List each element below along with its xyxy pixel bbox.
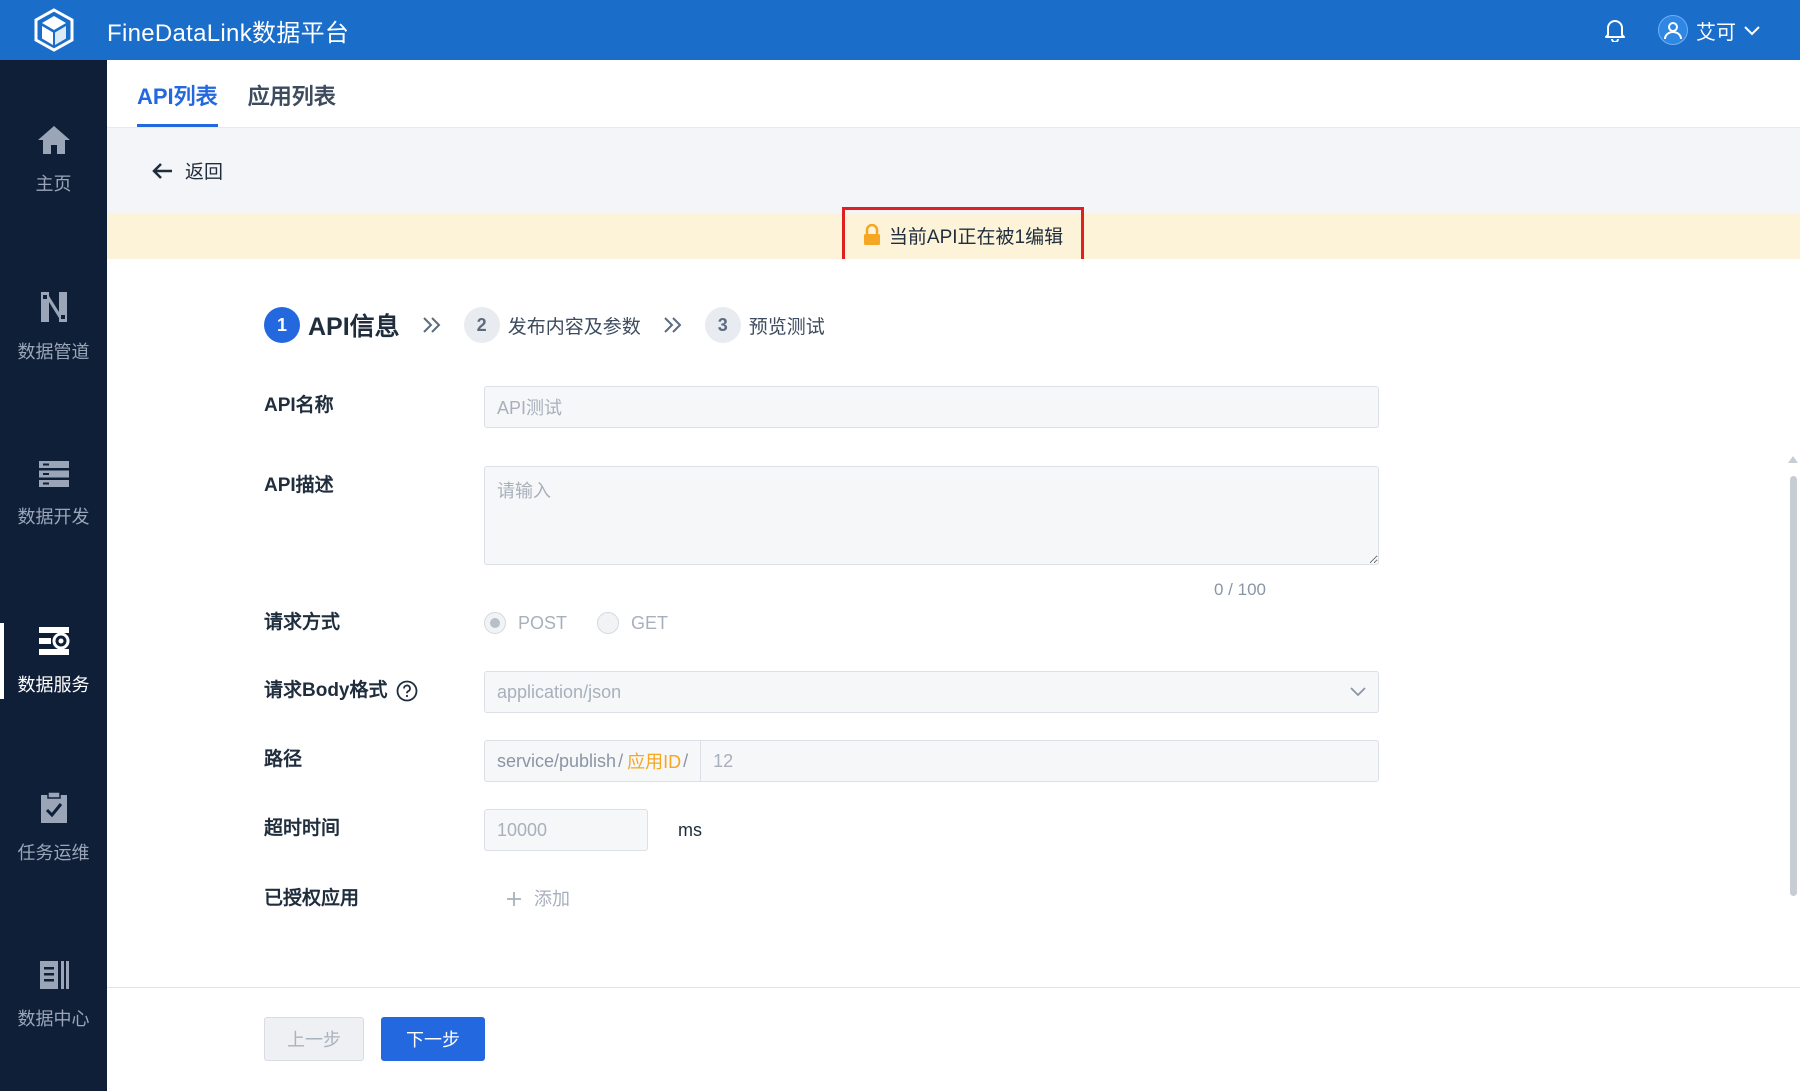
double-chevron-right-icon: [422, 317, 442, 333]
step-2-number: 2: [463, 307, 500, 343]
tab-bar: API列表 应用列表: [107, 60, 1800, 128]
sidebar-item-label: 数据服务: [17, 675, 90, 695]
radio-unchecked-icon: [597, 612, 620, 634]
sidebar-item-label: 数据开发: [17, 507, 90, 527]
user-menu[interactable]: 艾可: [1658, 15, 1760, 45]
sidebar-item-home[interactable]: 主页: [0, 90, 107, 230]
scroll-up-icon[interactable]: [1788, 456, 1798, 463]
path-label: 路径: [264, 749, 303, 770]
help-circle-icon[interactable]: [396, 680, 418, 702]
api-name-label: API名称: [264, 395, 334, 416]
dev-icon: [38, 461, 69, 487]
api-desc-textarea[interactable]: [484, 466, 1379, 565]
main-area: API列表 应用列表 返回 当前API正在被1编辑 1 API信息 2 发布内容…: [107, 60, 1800, 1091]
edit-warning-highlight: 当前API正在被1编辑: [842, 207, 1084, 263]
scrollbar[interactable]: [1786, 452, 1800, 1042]
method-label: 请求方式: [264, 612, 341, 633]
app-title: FineDataLink数据平台: [107, 19, 350, 47]
step-1-number: 1: [264, 307, 300, 343]
path-input[interactable]: 12: [701, 751, 745, 772]
path-input-group: service/publish / 应用ID / 12: [484, 740, 1379, 782]
radio-checked-icon: [484, 612, 506, 634]
scroll-thumb[interactable]: [1790, 476, 1797, 896]
method-radio-group: POST GET: [484, 603, 668, 643]
form-footer: 上一步 下一步: [107, 987, 1800, 1091]
path-slash: /: [683, 750, 689, 771]
path-prefix: service/publish / 应用ID /: [485, 741, 702, 781]
sidebar-item-label: 数据管道: [17, 342, 90, 362]
edit-warning-banner: 当前API正在被1编辑: [107, 207, 1800, 263]
user-avatar-icon: [1658, 15, 1688, 45]
step-indicator: 1 API信息 2 发布内容及参数 3 预览测试: [264, 307, 825, 343]
edit-warning-text: 当前API正在被1编辑: [888, 226, 1064, 248]
path-slash: /: [618, 750, 624, 771]
pipeline-icon: [40, 292, 67, 322]
step-2-label: 发布内容及参数: [507, 316, 641, 338]
step-3-number: 3: [704, 307, 741, 343]
timeout-label: 超时时间: [264, 818, 341, 839]
next-step-button[interactable]: 下一步: [381, 1017, 485, 1061]
ops-icon: [40, 791, 67, 823]
path-row: 路径 service/publish / 应用ID / 12: [264, 740, 1464, 782]
body-format-value: application/json: [497, 681, 622, 702]
chevron-down-icon: [1744, 19, 1760, 42]
home-icon: [37, 126, 70, 154]
timeout-unit: ms: [678, 820, 702, 840]
path-app-id: 应用ID: [627, 752, 682, 772]
sidebar-item-label: 任务运维: [17, 843, 90, 863]
sidebar-item-datacenter[interactable]: 数据中心: [0, 925, 107, 1065]
bell-icon[interactable]: [1602, 17, 1628, 43]
sidebar-item-pipeline[interactable]: 数据管道: [0, 257, 107, 397]
back-label: 返回: [185, 162, 224, 183]
body-format-label-wrap: 请求Body格式: [264, 671, 484, 711]
form-content: 1 API信息 2 发布内容及参数 3 预览测试 API名称 API测试 API…: [107, 259, 1800, 987]
method-radio-post[interactable]: POST: [484, 603, 567, 643]
timeout-row: 超时时间 10000 ms: [264, 809, 1464, 851]
method-option-label: GET: [631, 613, 669, 633]
method-option-label: POST: [518, 613, 568, 633]
body-format-row: 请求Body格式 application/json: [264, 671, 1464, 713]
method-row: 请求方式 POST GET: [264, 603, 1464, 643]
user-name: 艾可: [1696, 21, 1736, 44]
sidebar-item-dev[interactable]: 数据开发: [0, 424, 107, 564]
service-icon: [38, 627, 69, 655]
step-3-label: 预览测试: [748, 316, 825, 338]
sidebar-item-label: 数据中心: [17, 1009, 90, 1029]
body-format-select[interactable]: application/json: [484, 671, 1379, 713]
timeout-input[interactable]: 10000: [484, 809, 648, 851]
back-button[interactable]: 返回: [107, 128, 1800, 213]
api-name-row: API名称 API测试: [264, 386, 1464, 428]
api-desc-label: API描述: [264, 475, 334, 496]
sidebar-item-label: 主页: [35, 174, 72, 194]
sidebar-item-ops[interactable]: 任务运维: [0, 758, 107, 898]
add-app-label: 添加: [534, 889, 570, 909]
tab-app-list[interactable]: 应用列表: [248, 79, 336, 127]
api-name-input[interactable]: API测试: [484, 386, 1379, 428]
arrow-left-icon: [152, 162, 172, 179]
prev-step-button[interactable]: 上一步: [264, 1017, 364, 1061]
path-prefix-text: service/publish: [497, 750, 617, 771]
step-1-label: API信息: [308, 313, 400, 341]
api-desc-counter: 0 / 100: [1214, 580, 1266, 599]
authorized-apps-row: 已授权应用 添加: [264, 879, 1464, 919]
tab-api-list[interactable]: API列表: [137, 79, 218, 127]
method-radio-get[interactable]: GET: [597, 603, 668, 643]
authorized-apps-label: 已授权应用: [264, 888, 360, 909]
top-bar: FineDataLink数据平台 艾可: [0, 0, 1800, 60]
body-format-label: 请求Body格式: [264, 680, 388, 701]
app-logo-icon[interactable]: [0, 0, 107, 60]
chevron-down-icon: [1350, 687, 1366, 697]
plus-icon: [507, 892, 521, 906]
datacenter-icon: [39, 961, 69, 989]
add-app-button[interactable]: 添加: [484, 879, 570, 919]
lock-icon: [863, 224, 880, 245]
sidebar: 主页 数据管道 数据开发 数据服务 任务运维 数据中心: [0, 60, 107, 1091]
double-chevron-right-icon: [663, 317, 683, 333]
api-desc-row: API描述: [264, 466, 1464, 565]
sidebar-item-service[interactable]: 数据服务: [0, 591, 107, 731]
